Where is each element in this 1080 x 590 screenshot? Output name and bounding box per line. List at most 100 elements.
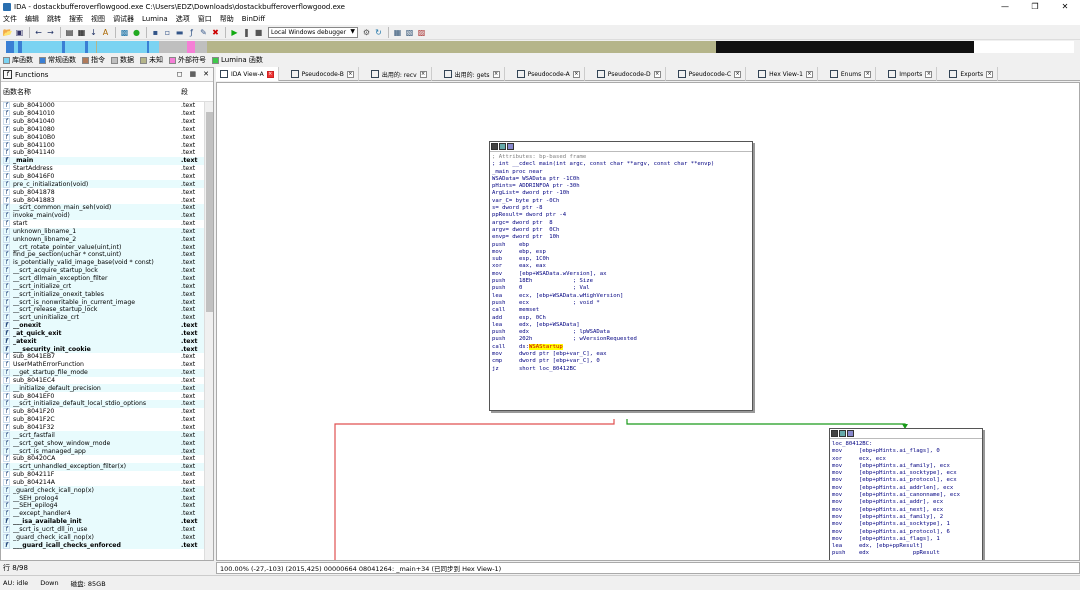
panel-close-icon[interactable]: ✕ <box>203 70 209 78</box>
forward-icon[interactable]: → <box>45 27 56 38</box>
code-line[interactable]: call memset <box>490 307 752 314</box>
code-line[interactable]: pHints= ADDRINFOA ptr -30h <box>490 183 752 190</box>
text-icon[interactable]: A <box>100 27 111 38</box>
ida-graph-view[interactable]: ; Attributes: bp-based frame; int __cdec… <box>216 82 1080 561</box>
function-row[interactable]: f sub_80416F0 .text <box>1 173 205 181</box>
functions-list[interactable]: f sub_8041000 .text f sub_8041010 .text f sub_8… <box>1 102 205 560</box>
function-row[interactable]: f _main .text <box>1 156 205 165</box>
function-row[interactable]: f __get_startup_file_mode .text <box>1 368 205 377</box>
menu-item[interactable]: 文件 <box>3 14 17 24</box>
function-row[interactable]: f unknown_libname_1 .text <box>1 227 205 236</box>
function-row[interactable]: f sub_8041080 .text <box>1 125 205 134</box>
code-line[interactable]: WSAData= WSAData ptr -1C0h <box>490 176 752 183</box>
tab-close-icon[interactable]: × <box>266 70 274 78</box>
function-row[interactable]: f sub_8041040 .text <box>1 118 205 126</box>
function-row[interactable]: f sub_8041F2C .text <box>1 416 205 424</box>
code-line[interactable]: jz short loc_80412BC <box>490 366 752 373</box>
function-row[interactable]: f UserMathErrorFunction .text <box>1 361 205 369</box>
run-icon[interactable]: ▶ <box>229 27 240 38</box>
node-graph-icon[interactable] <box>839 430 846 437</box>
tab[interactable]: Pseudocode-D × <box>593 67 666 81</box>
code-line[interactable]: ; int __cdecl main(int argc, const char … <box>490 161 752 168</box>
tab[interactable]: Pseudocode-C × <box>674 67 747 81</box>
code-line[interactable]: push 202h ; wVersionRequested <box>490 336 752 343</box>
menu-item[interactable]: 调试器 <box>113 14 134 24</box>
code-line[interactable]: push 18Eh ; Size <box>490 278 752 285</box>
code-line[interactable]: lea edx, [ebp+WSAData] <box>490 322 752 329</box>
function-row[interactable]: f sub_8041010 .text <box>1 110 205 118</box>
tab-close-icon[interactable]: × <box>346 70 354 78</box>
function-row[interactable]: f ___isa_available_init .text <box>1 517 205 526</box>
function-row[interactable]: f __scrt_is_managed_app .text <box>1 447 205 455</box>
function-row[interactable]: f sub_8041F32 .text <box>1 424 205 432</box>
navigation-strip[interactable] <box>6 41 1075 53</box>
code-line[interactable]: cmp dword ptr [ebp+var_C], 0 <box>490 358 752 365</box>
function-row[interactable]: f __scrt_fastfail .text <box>1 431 205 440</box>
function-row[interactable]: f invoke_main(void) .text <box>1 211 205 220</box>
code-line[interactable]: ; Attributes: bp-based frame <box>490 154 752 161</box>
function-row[interactable]: f sub_80410B0 .text <box>1 133 205 141</box>
code-line[interactable]: mov [ebp+pHints.ai_addr], ecx <box>830 499 982 506</box>
code-line[interactable]: mov [ebp+pHints.ai_canonname], ecx <box>830 492 982 499</box>
code-line[interactable]: envp= dword ptr 10h <box>490 234 752 241</box>
graph-view-icon[interactable]: ▩ <box>119 27 130 38</box>
function-row[interactable]: f __scrt_initialize_crt .text <box>1 282 205 291</box>
function-row[interactable]: f _guard_check_icall_nop(x) .text <box>1 486 205 495</box>
function-row[interactable]: f ___security_init_cookie .text <box>1 345 205 353</box>
column-function-name[interactable]: 函数名称 <box>3 87 181 97</box>
tab[interactable]: 出用的: gets × <box>440 67 505 81</box>
node-main-code[interactable]: ; Attributes: bp-based frame; int __cdec… <box>490 152 752 373</box>
func-icon[interactable]: ƒ <box>186 27 197 38</box>
column-segment[interactable]: 段 <box>181 87 188 97</box>
scrollbar-thumb[interactable] <box>206 112 213 312</box>
tab-close-icon[interactable]: × <box>734 70 742 78</box>
tab-close-icon[interactable]: × <box>419 70 427 78</box>
code-line[interactable]: mov [ebp+pHints.ai_addrlen], ecx <box>830 485 982 492</box>
tab[interactable]: IDA View-A × <box>216 67 279 81</box>
code-line[interactable]: _main proc near <box>490 169 752 176</box>
function-row[interactable]: f start .text <box>1 220 205 228</box>
code-line[interactable]: lea edx, [ebp+ppResult] <box>830 543 982 550</box>
xref-icon[interactable]: ▪ <box>150 27 161 38</box>
tab-close-icon[interactable]: × <box>986 70 994 78</box>
node-loc-code[interactable]: loc_80412BC: mov [ebp+pHints.ai_flags], 0… <box>830 439 982 558</box>
restore-button[interactable]: ❐ <box>1020 0 1050 13</box>
navigation-band[interactable] <box>0 40 1080 54</box>
functions-scrollbar[interactable] <box>204 102 213 560</box>
code-line[interactable]: loc_80412BC: <box>830 441 982 448</box>
function-row[interactable]: f __scrt_unhandled_exception_filter(x) .te… <box>1 462 205 471</box>
menu-item[interactable]: BinDiff <box>242 15 265 23</box>
code-line[interactable]: push edx ; lpWSAData <box>490 329 752 336</box>
function-row[interactable]: f sub_8041100 .text <box>1 141 205 149</box>
code-line[interactable]: var_C= byte ptr -0Ch <box>490 198 752 205</box>
menu-item[interactable]: 编辑 <box>25 14 39 24</box>
function-row[interactable]: f sub_8041F20 .text <box>1 408 205 416</box>
code-line[interactable]: mov [ebp+pHints.ai_socktype], ecx <box>830 470 982 477</box>
function-row[interactable]: f sub_8041140 .text <box>1 149 205 157</box>
function-row[interactable]: f StartAddress .text <box>1 165 205 173</box>
tab[interactable]: Pseudocode-B × <box>287 67 359 81</box>
menu-item[interactable]: 帮助 <box>220 14 234 24</box>
function-row[interactable]: f __scrt_common_main_seh(void) .text <box>1 203 205 212</box>
function-row[interactable]: f sub_8041EF0 .text <box>1 392 205 400</box>
tab[interactable]: Pseudocode-A × <box>513 67 585 81</box>
function-row[interactable]: f __SEH_prolog4 .text <box>1 494 205 503</box>
code-line[interactable]: sub esp, 1C0h <box>490 256 752 263</box>
function-row[interactable]: f __initialize_default_precision .text <box>1 384 205 393</box>
delete-icon[interactable]: ✖ <box>210 27 221 38</box>
code-line[interactable]: mov [ebp+pHints.ai_next], ecx <box>830 507 982 514</box>
code-line[interactable]: s= dword ptr -8 <box>490 205 752 212</box>
menu-item[interactable]: 跳转 <box>47 14 61 24</box>
struct-icon[interactable]: ▫ <box>162 27 173 38</box>
code-line[interactable]: mov [ebp+pHints.ai_protocol], ecx <box>830 477 982 484</box>
menu-item[interactable]: 视图 <box>91 14 105 24</box>
tab-close-icon[interactable]: × <box>925 70 933 78</box>
function-row[interactable]: f __scrt_dllmain_exception_filter .text <box>1 274 205 283</box>
code-line[interactable]: push 0 ; Val <box>490 285 752 292</box>
function-row[interactable]: f __scrt_acquire_startup_lock .text <box>1 266 205 275</box>
close-window-button[interactable]: ✕ <box>1050 0 1080 13</box>
sync-icon[interactable]: ↻ <box>373 27 384 38</box>
node-color-icon[interactable] <box>491 143 498 150</box>
function-row[interactable]: f sub_80420CA .text <box>1 455 205 463</box>
function-row[interactable]: f _atexit .text <box>1 337 205 346</box>
